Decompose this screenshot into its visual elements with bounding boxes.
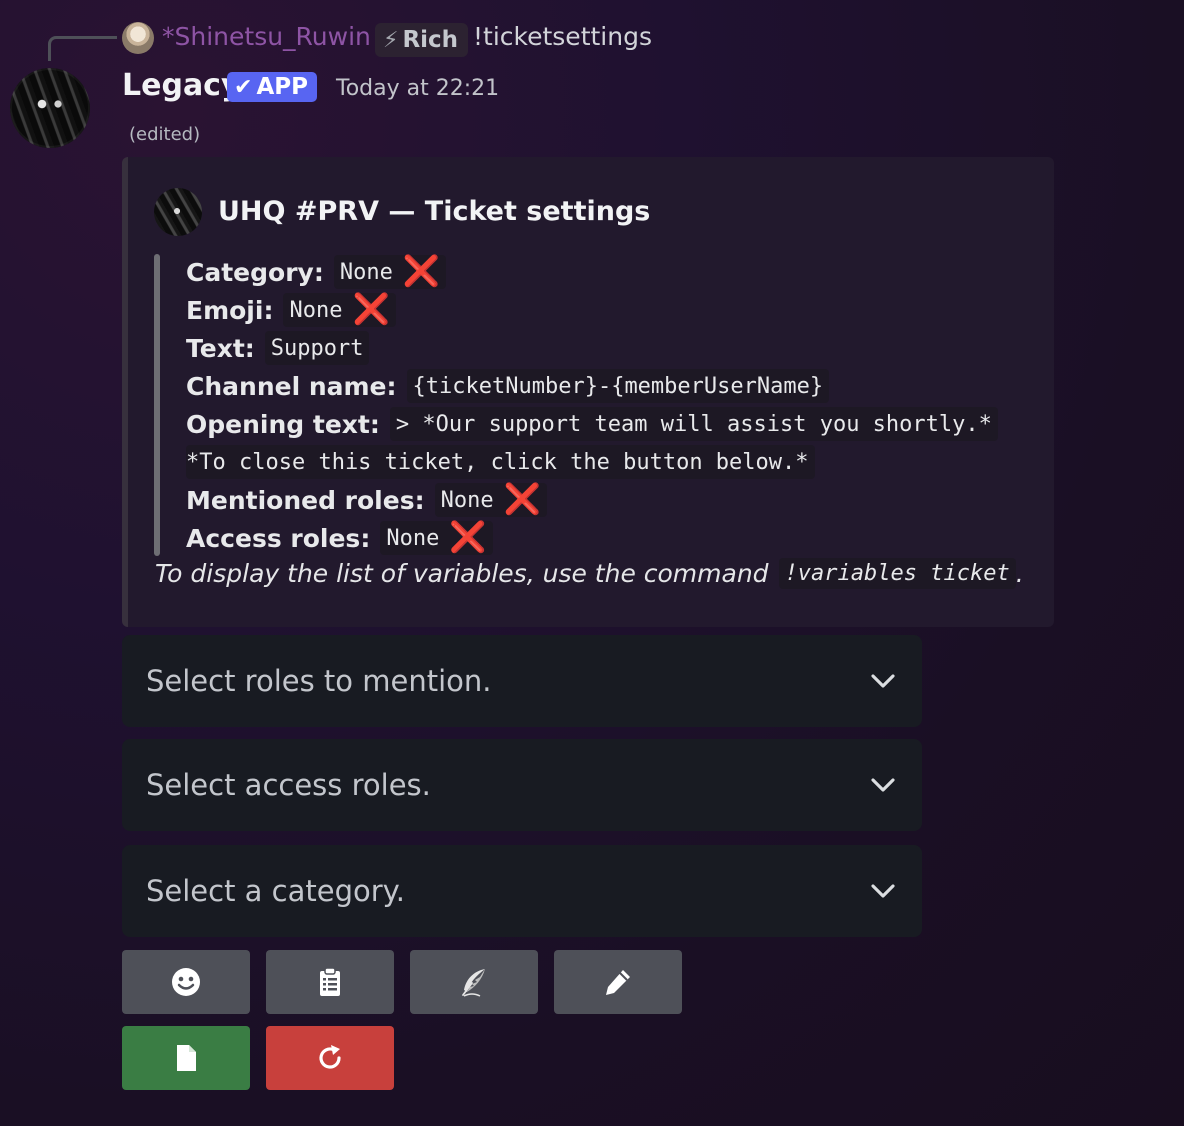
reply-username[interactable]: *Shinetsu_Ruwin <box>162 22 371 51</box>
field-mentioned-roles: Mentioned roles: None ❌ <box>186 481 547 519</box>
app-badge-label: APP <box>256 74 308 100</box>
chevron-down-icon <box>871 884 895 898</box>
x-mark-icon: ❌ <box>503 482 541 517</box>
field-label: Text: <box>186 333 255 363</box>
field-value-code: {ticketNumber}-{memberUserName} <box>406 369 830 403</box>
x-mark-icon: ❌ <box>449 520 487 555</box>
opening-text-button[interactable] <box>410 950 538 1014</box>
field-value: None <box>440 487 494 513</box>
footer-command-code: !variables ticket <box>778 558 1016 589</box>
message-timestamp: Today at 22:21 <box>336 76 500 101</box>
emoji-button[interactable] <box>122 950 250 1014</box>
bot-avatar[interactable] <box>10 68 90 148</box>
reply-connector <box>48 36 117 61</box>
embed-footer-note: To display the list of variables, use th… <box>155 558 1024 589</box>
embed-author-icon <box>154 188 202 236</box>
field-label: Opening text: <box>186 409 380 439</box>
select-category[interactable]: Select a category. <box>122 845 922 937</box>
checkmark-icon: ✔ <box>234 74 253 100</box>
field-label: Channel name: <box>186 371 397 401</box>
smiley-icon <box>172 968 200 996</box>
refresh-icon <box>319 1045 341 1069</box>
select-placeholder: Select a category. <box>146 874 405 908</box>
field-value: None <box>386 525 440 551</box>
field-value: None <box>339 259 393 285</box>
bot-username[interactable]: Legacy <box>122 68 241 103</box>
field-value: > *Our support team will assist you shor… <box>395 411 992 437</box>
field-value-code: *To close this ticket, click the button … <box>186 445 815 479</box>
x-mark-icon: ❌ <box>352 292 390 327</box>
field-label: Emoji: <box>186 295 274 325</box>
pencil-icon <box>606 970 630 995</box>
field-value-code: None ❌ <box>283 292 396 327</box>
chevron-down-icon <box>871 674 895 688</box>
field-value-code: None ❌ <box>434 482 547 517</box>
field-value: None <box>289 297 343 323</box>
field-access-roles: Access roles: None ❌ <box>186 519 493 557</box>
x-mark-icon: ❌ <box>402 254 441 289</box>
footer-text: To display the list of variables, use th… <box>155 559 769 588</box>
document-icon <box>177 1045 196 1071</box>
reply-command-text[interactable]: !ticketsettings <box>473 22 652 51</box>
rich-tag-label: Rich <box>402 27 459 53</box>
feather-icon <box>462 969 485 997</box>
footer-period: . <box>1015 559 1024 588</box>
rich-tag: ⚡ Rich <box>375 23 469 57</box>
channel-name-button[interactable] <box>554 950 682 1014</box>
field-label: Mentioned roles: <box>186 485 425 515</box>
field-emoji: Emoji: None ❌ <box>186 291 396 329</box>
select-placeholder: Select access roles. <box>146 768 431 802</box>
field-label: Category: <box>186 257 324 287</box>
embed-title: UHQ #PRV — Ticket settings <box>218 196 651 227</box>
clipboard-icon <box>320 967 340 996</box>
lightning-icon: ⚡ <box>383 27 399 53</box>
field-channel-name: Channel name: {ticketNumber}-{memberUser… <box>186 367 830 405</box>
chevron-down-icon <box>871 778 895 792</box>
reply-avatar[interactable] <box>122 22 154 54</box>
field-value: {ticketNumber}-{memberUserName} <box>412 373 824 399</box>
app-badge: ✔ APP <box>227 72 317 102</box>
reset-button[interactable] <box>266 1026 394 1090</box>
field-value-code: Support <box>264 331 370 365</box>
save-button[interactable] <box>122 1026 250 1090</box>
select-mention-roles[interactable]: Select roles to mention. <box>122 635 922 727</box>
field-opening-text: Opening text: > *Our support team will a… <box>186 405 998 443</box>
blockquote-bar <box>154 254 160 556</box>
field-category: Category: None ❌ <box>186 253 447 291</box>
field-label: Access roles: <box>186 523 371 553</box>
select-access-roles[interactable]: Select access roles. <box>122 739 922 831</box>
field-text: Text: Support <box>186 329 370 367</box>
field-opening-text-cont: *To close this ticket, click the button … <box>186 443 815 481</box>
text-button[interactable] <box>266 950 394 1014</box>
select-placeholder: Select roles to mention. <box>146 664 492 698</box>
field-value-code: None ❌ <box>380 520 493 555</box>
edited-indicator: (edited) <box>129 124 201 145</box>
field-value-code: None ❌ <box>333 254 447 289</box>
field-value: Support <box>270 335 364 361</box>
field-value: *To close this ticket, click the button … <box>186 449 809 475</box>
field-value-code: > *Our support team will assist you shor… <box>389 407 998 441</box>
